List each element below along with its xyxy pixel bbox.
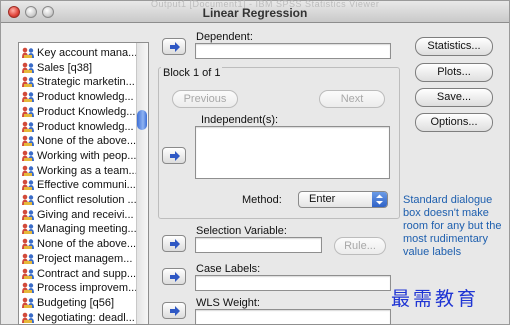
variable-label: Budgeting [q56]	[37, 296, 115, 309]
variable-label: Product knowledg...	[37, 120, 134, 133]
selection-variable-label: Selection Variable:	[196, 225, 287, 237]
dependent-field[interactable]	[195, 43, 391, 59]
method-label: Method:	[242, 194, 282, 206]
scale-variable-icon	[21, 179, 35, 191]
variable-label: Conflict resolution ...	[37, 194, 137, 206]
statistics-button[interactable]: Statistics...	[415, 37, 493, 56]
next-block-button[interactable]: Next	[319, 90, 385, 108]
scale-variable-icon	[21, 194, 35, 206]
variable-label: Sales [q38]	[37, 61, 93, 74]
right-arrow-icon	[170, 272, 180, 282]
scale-variable-icon	[21, 209, 35, 221]
case-labels-label: Case Labels:	[196, 263, 261, 275]
scale-variable-icon	[21, 165, 35, 177]
variable-list-item[interactable]: Negotiating: deadl...	[19, 310, 137, 324]
previous-block-button[interactable]: Previous	[172, 90, 238, 108]
variable-label: Working as a team...	[37, 164, 137, 177]
source-variable-list[interactable]: Key account mana... Sales [q38] Strategic …	[18, 42, 149, 325]
right-arrow-icon	[170, 151, 180, 161]
scale-variable-icon	[21, 62, 35, 74]
scale-variable-icon	[21, 121, 35, 133]
scale-variable-icon	[21, 268, 35, 280]
plots-button[interactable]: Plots...	[415, 63, 493, 82]
wls-weight-label: WLS Weight:	[196, 297, 260, 309]
variable-list-item[interactable]: Working as a team...	[19, 163, 137, 179]
variable-label: Product Knowledg...	[37, 105, 136, 118]
variable-label: Project managem...	[37, 252, 133, 265]
variable-list-item[interactable]: Product knowledg...	[19, 89, 137, 105]
scale-variable-icon	[21, 223, 35, 235]
scale-variable-icon	[21, 297, 35, 309]
variable-list-item[interactable]: Product knowledg...	[19, 119, 137, 135]
variable-label: Working with peop...	[37, 149, 137, 162]
variable-list-item[interactable]: Managing meeting...	[19, 221, 137, 237]
independent-list[interactable]	[195, 126, 390, 179]
dependent-label: Dependent:	[196, 31, 253, 43]
right-arrow-icon	[170, 306, 180, 316]
watermark-text: 最需教育	[391, 288, 480, 310]
variable-list-item[interactable]: Effective communi...	[19, 177, 137, 193]
variable-label: Contract and supp...	[37, 267, 137, 280]
scale-variable-icon	[21, 106, 35, 118]
variable-list-item[interactable]: None of the above...	[19, 133, 137, 149]
variable-label: Strategic marketin...	[37, 76, 135, 89]
linear-regression-dialog: Output1 [Document1] - IBM SPSS Statistic…	[0, 0, 510, 325]
move-to-case-labels-button[interactable]	[162, 268, 186, 285]
right-arrow-icon	[170, 239, 180, 249]
variable-list-item[interactable]: Giving and receivi...	[19, 207, 137, 223]
variable-list-item[interactable]: Contract and supp...	[19, 266, 137, 282]
rule-button[interactable]: Rule...	[334, 237, 386, 255]
variable-list-item[interactable]: Sales [q38]	[19, 60, 137, 76]
callout-annotation: Standard dialogue box doesn't make room …	[403, 194, 502, 258]
variable-list-item[interactable]: Process improvem...	[19, 280, 137, 296]
variable-label: None of the above...	[37, 238, 137, 251]
variable-label: Negotiating: deadl...	[37, 311, 135, 324]
window-title: Linear Regression	[202, 6, 308, 20]
variable-list-scrollbar[interactable]	[136, 43, 148, 324]
block-label: Block 1 of 1	[161, 67, 223, 79]
move-to-selection-button[interactable]	[162, 235, 186, 252]
scale-variable-icon	[21, 135, 35, 147]
scale-variable-icon	[21, 238, 35, 250]
variable-label: Key account mana...	[37, 47, 137, 59]
move-to-dependent-button[interactable]	[162, 38, 186, 55]
right-arrow-icon	[170, 42, 180, 52]
method-value: Enter	[309, 193, 336, 205]
method-select[interactable]: Enter	[298, 191, 388, 208]
case-labels-field[interactable]	[195, 275, 391, 291]
scale-variable-icon	[21, 282, 35, 294]
move-to-wls-weight-button[interactable]	[162, 302, 186, 319]
variable-list-item[interactable]: Working with peop...	[19, 148, 137, 164]
title-bar: Output1 [Document1] - IBM SPSS Statistic…	[1, 0, 509, 23]
variable-list-item[interactable]: Key account mana...	[19, 45, 137, 61]
variable-list-item[interactable]: Strategic marketin...	[19, 74, 137, 90]
variable-list-item[interactable]: Budgeting [q56]	[19, 295, 137, 311]
variable-list-item[interactable]: Project managem...	[19, 251, 137, 267]
options-button[interactable]: Options...	[415, 113, 493, 132]
scale-variable-icon	[21, 47, 35, 59]
scale-variable-icon	[21, 150, 35, 162]
variable-list-item[interactable]: None of the above...	[19, 236, 137, 252]
save-button[interactable]: Save...	[415, 88, 493, 107]
variable-label: Process improvem...	[37, 282, 137, 295]
scale-variable-icon	[21, 312, 35, 324]
scale-variable-icon	[21, 76, 35, 88]
variable-label: Giving and receivi...	[37, 208, 134, 221]
scrollbar-thumb[interactable]	[137, 110, 147, 130]
variable-list-item[interactable]: Product Knowledg...	[19, 104, 137, 120]
variable-list-item[interactable]: Conflict resolution ...	[19, 192, 137, 208]
wls-weight-field[interactable]	[195, 309, 391, 325]
move-to-independent-button[interactable]	[162, 147, 186, 164]
select-stepper-icon	[372, 192, 387, 207]
scale-variable-icon	[21, 91, 35, 103]
variable-label: Effective communi...	[37, 179, 136, 192]
variable-label: Managing meeting...	[37, 223, 137, 236]
scale-variable-icon	[21, 253, 35, 265]
independent-label: Independent(s):	[201, 114, 279, 126]
selection-variable-field[interactable]	[195, 237, 322, 253]
variable-label: None of the above...	[37, 135, 137, 148]
variable-label: Product knowledg...	[37, 91, 134, 104]
